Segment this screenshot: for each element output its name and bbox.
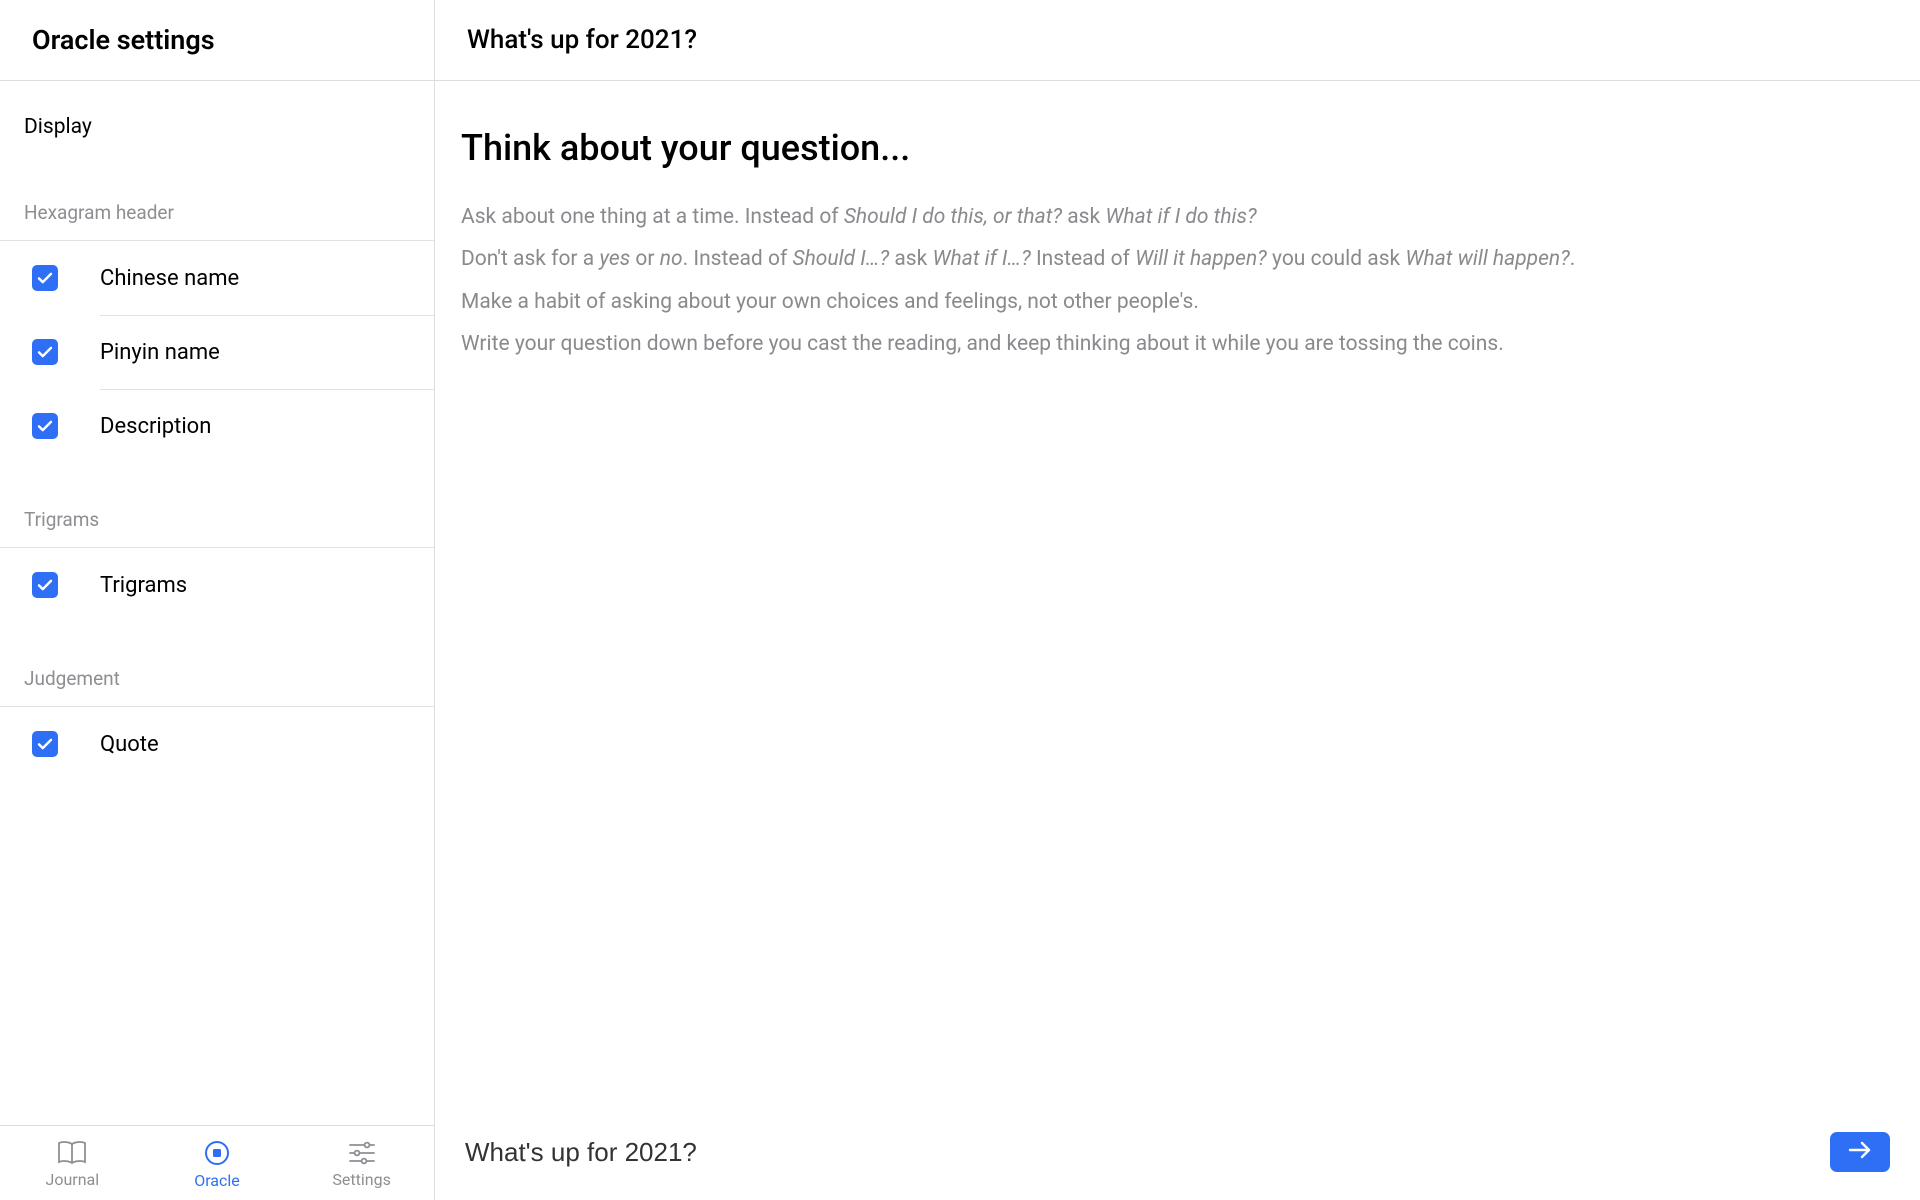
checkbox-icon[interactable]: [32, 413, 58, 439]
arrow-right-icon: [1847, 1140, 1873, 1164]
group-judgement-label: Judgement: [0, 623, 434, 706]
sliders-icon: [347, 1140, 377, 1166]
option-list-judgement: Quote: [0, 706, 434, 782]
option-label: Description: [100, 414, 211, 439]
nav-oracle[interactable]: Oracle: [157, 1139, 277, 1190]
oracle-icon: [203, 1139, 231, 1167]
question-tips: Ask about one thing at a time. Instead o…: [461, 203, 1894, 358]
checkbox-icon[interactable]: [32, 265, 58, 291]
sidebar-title: Oracle settings: [32, 24, 215, 56]
option-label: Trigrams: [100, 573, 187, 598]
option-quote[interactable]: Quote: [0, 707, 434, 782]
submit-button[interactable]: [1830, 1132, 1890, 1172]
nav-journal[interactable]: Journal: [12, 1140, 132, 1189]
option-pinyin-name[interactable]: Pinyin name: [0, 315, 434, 389]
compose-bar: [435, 1114, 1920, 1200]
option-label: Pinyin name: [100, 340, 220, 365]
sidebar-header: Oracle settings: [0, 0, 434, 81]
main-header: What's up for 2021?: [435, 0, 1920, 81]
main-body: Think about your question... Ask about o…: [435, 81, 1920, 1114]
group-hexagram-header-label: Hexagram header: [0, 157, 434, 240]
checkbox-icon[interactable]: [32, 731, 58, 757]
main-header-title: What's up for 2021?: [467, 25, 697, 55]
option-label: Quote: [100, 732, 159, 757]
option-trigrams[interactable]: Trigrams: [0, 548, 434, 623]
sidebar-scroll[interactable]: Display Hexagram header Chinese name Pin…: [0, 81, 434, 1125]
section-display-label: Display: [0, 81, 434, 157]
main-heading: Think about your question...: [461, 127, 1894, 169]
option-list-hexagram-header: Chinese name Pinyin name Description: [0, 240, 434, 464]
option-chinese-name[interactable]: Chinese name: [0, 241, 434, 315]
sidebar: Oracle settings Display Hexagram header …: [0, 0, 435, 1200]
book-icon: [57, 1140, 87, 1166]
checkbox-icon[interactable]: [32, 339, 58, 365]
group-trigrams-label: Trigrams: [0, 464, 434, 547]
option-list-trigrams: Trigrams: [0, 547, 434, 623]
option-label: Chinese name: [100, 266, 239, 291]
nav-label: Journal: [46, 1170, 100, 1189]
nav-settings[interactable]: Settings: [302, 1140, 422, 1189]
question-input[interactable]: [465, 1131, 1810, 1174]
nav-label: Oracle: [194, 1171, 240, 1190]
checkbox-icon[interactable]: [32, 572, 58, 598]
nav-label: Settings: [332, 1170, 390, 1189]
option-description[interactable]: Description: [0, 389, 434, 464]
main: What's up for 2021? Think about your que…: [435, 0, 1920, 1200]
bottom-nav: Journal Oracle: [0, 1125, 434, 1200]
